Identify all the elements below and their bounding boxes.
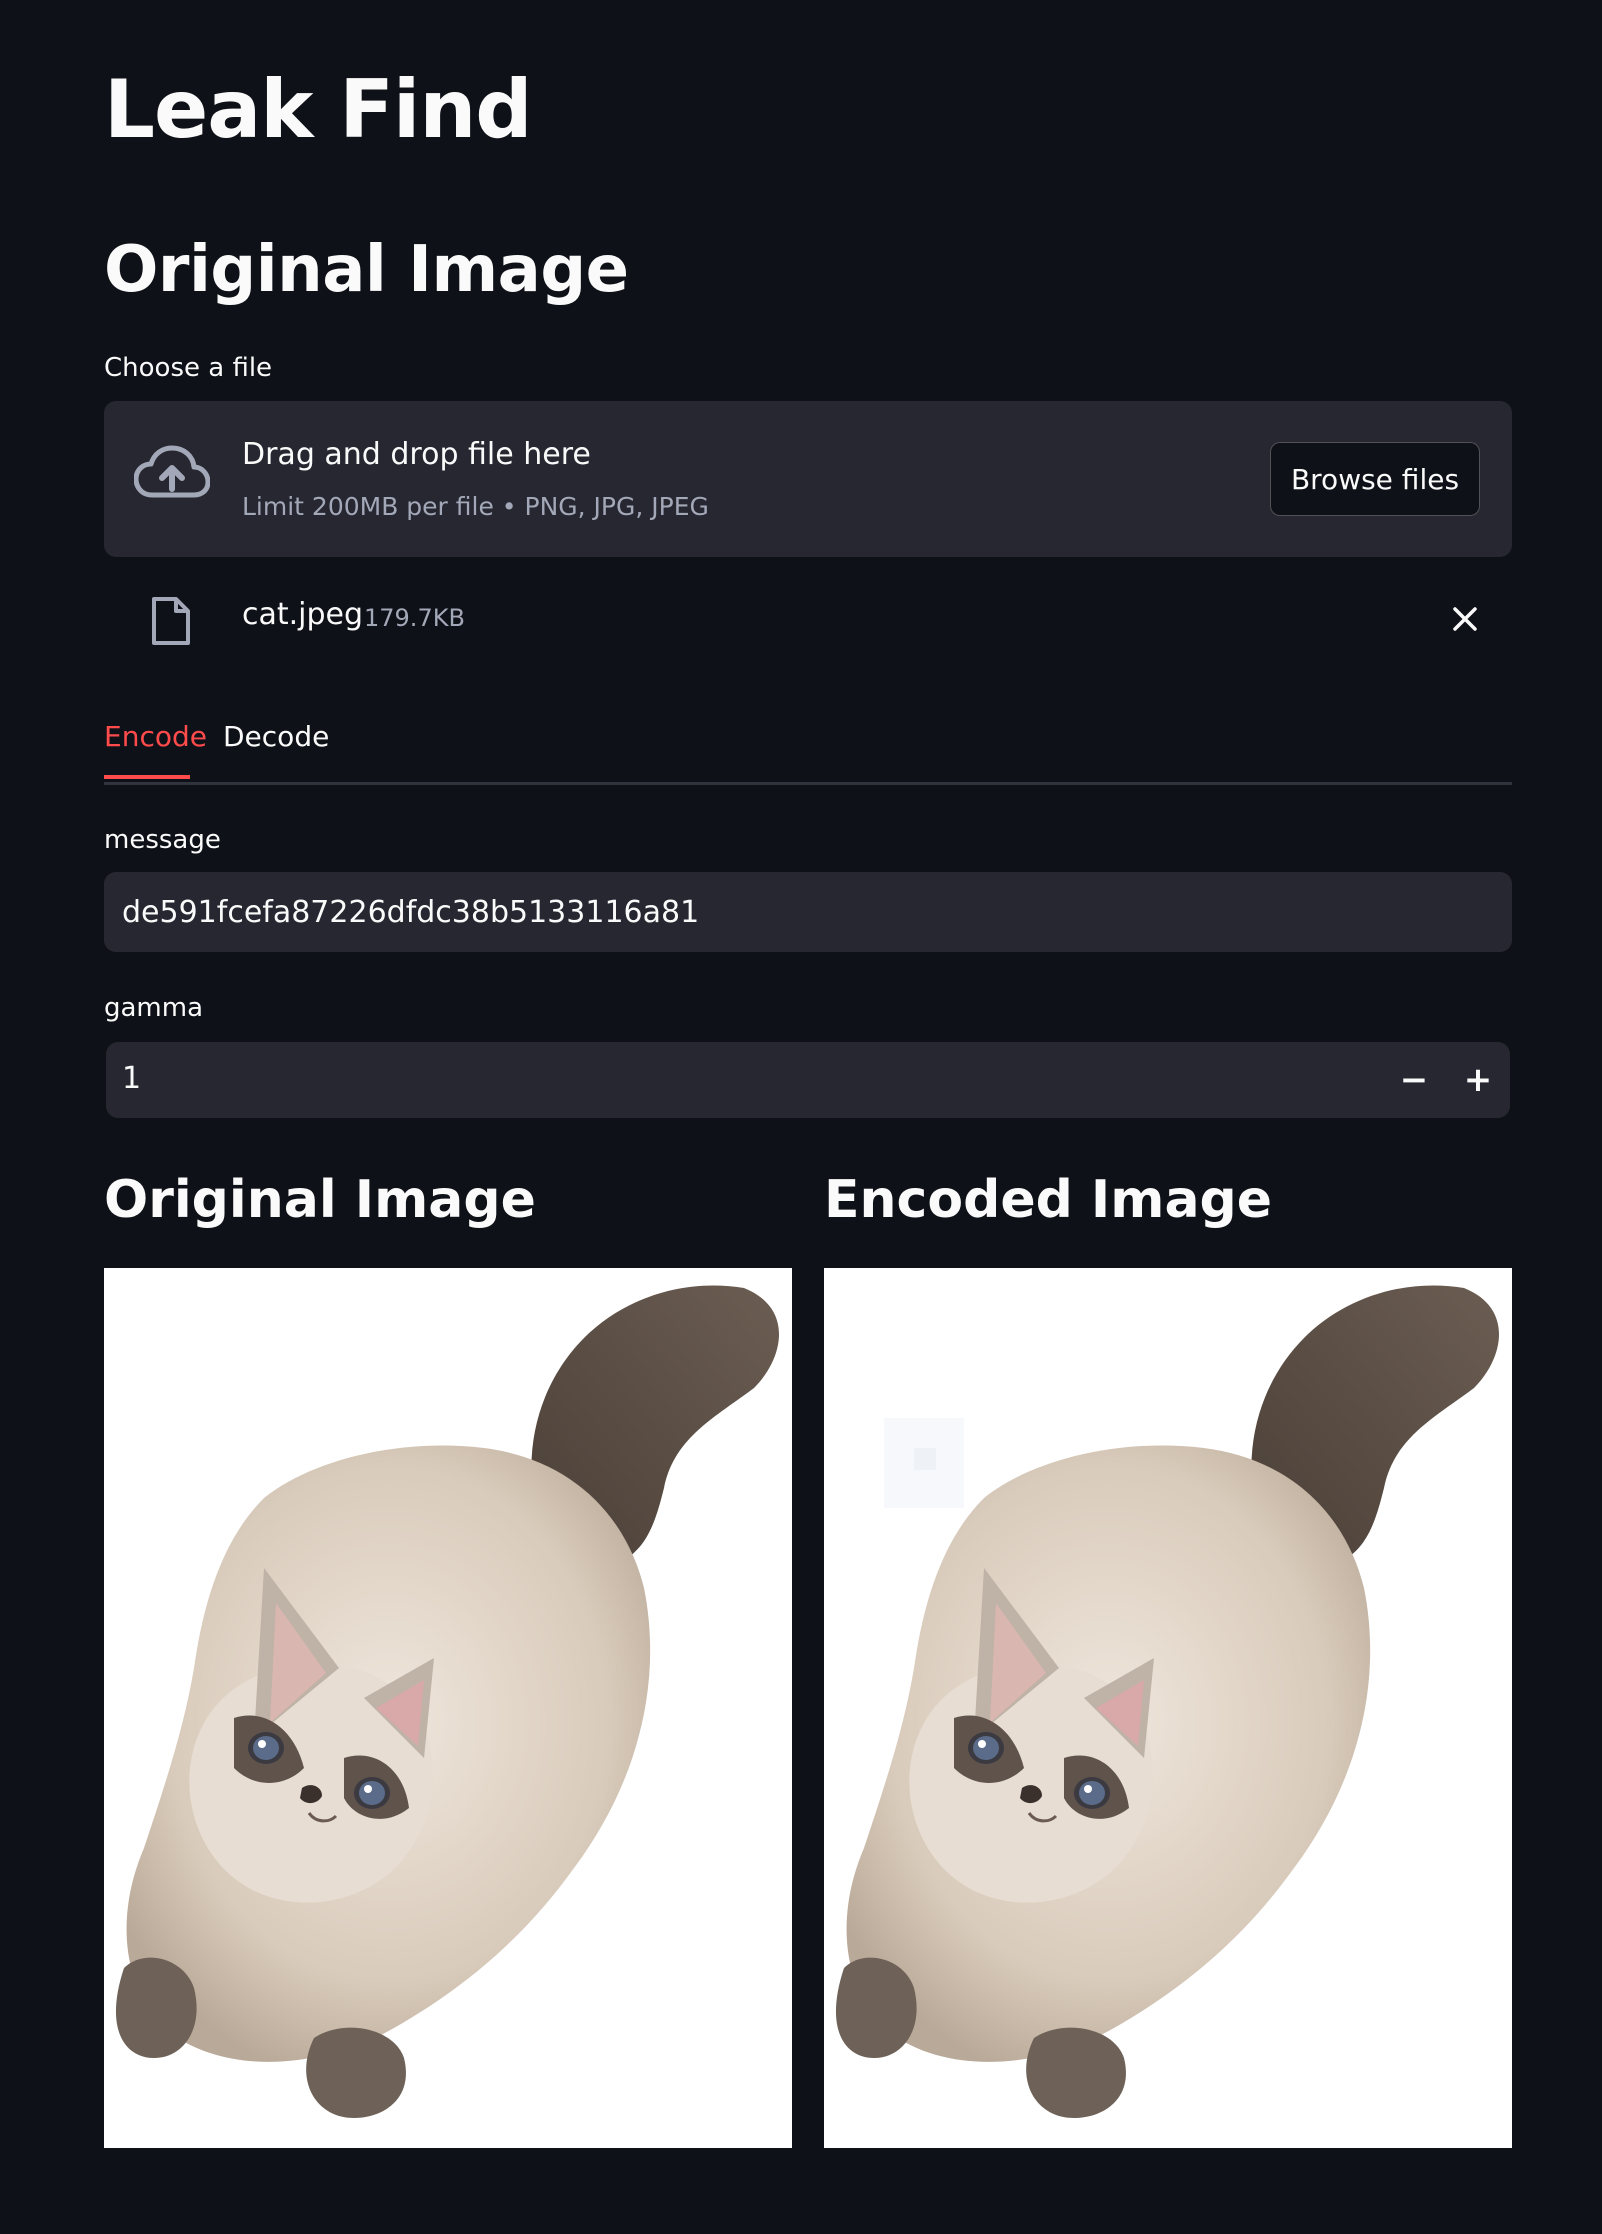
gamma-label: gamma — [104, 993, 204, 1023]
cat-image — [835, 1285, 1499, 2118]
dropzone-limits: Limit 200MB per file • PNG, JPG, JPEG — [242, 492, 709, 521]
file-dropzone[interactable]: Drag and drop file here Limit 200MB per … — [104, 401, 1512, 557]
gamma-decrement-button[interactable]: − — [1382, 1042, 1446, 1118]
tab-bar: Encode Decode — [104, 710, 1512, 785]
dropzone-instructions: Drag and drop file here — [242, 437, 591, 472]
uploaded-file-size: 179.7KB — [364, 604, 465, 632]
cat-image — [115, 1285, 779, 2118]
original-image — [104, 1268, 792, 2148]
file-uploader-label: Choose a file — [104, 353, 273, 383]
gamma-increment-button[interactable]: + — [1446, 1042, 1510, 1118]
file-icon — [152, 597, 190, 645]
original-image-title: Original Image — [104, 1170, 536, 1230]
app-title: Leak Find — [104, 63, 533, 156]
encoded-image-title: Encoded Image — [824, 1170, 1273, 1230]
section-title: Original Image — [104, 233, 629, 307]
message-label: message — [104, 825, 221, 855]
browse-files-button[interactable]: Browse files — [1270, 442, 1480, 516]
tab-decode[interactable]: Decode — [223, 720, 329, 779]
gamma-input[interactable]: 1 — [122, 1061, 141, 1096]
cloud-upload-icon — [134, 445, 210, 498]
close-icon[interactable] — [1450, 604, 1480, 634]
gamma-stepper: 1 − + — [106, 1042, 1510, 1118]
uploaded-file-name: cat.jpeg — [242, 597, 364, 632]
uploaded-file-row: cat.jpeg 179.7KB — [104, 580, 1512, 660]
tab-encode[interactable]: Encode — [104, 720, 207, 779]
message-input[interactable]: de591fcefa87226dfdc38b5133116a81 — [104, 872, 1512, 952]
encoded-image — [824, 1268, 1512, 2148]
